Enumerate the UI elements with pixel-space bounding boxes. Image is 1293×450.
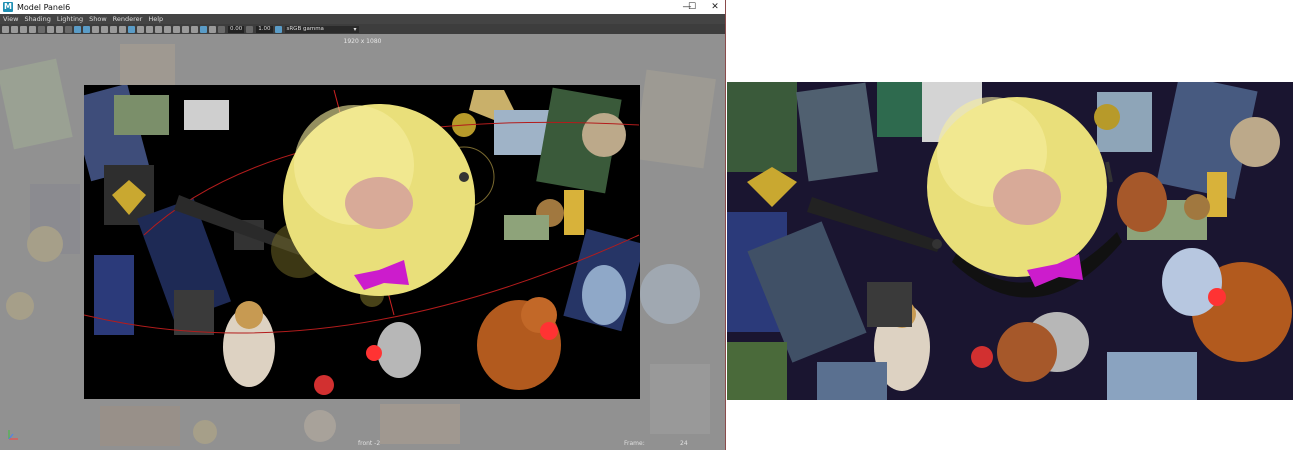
- figurine: [1230, 117, 1280, 167]
- safe-title-icon[interactable]: [92, 25, 99, 33]
- grid-icon[interactable]: [38, 25, 45, 33]
- isolate-select-icon[interactable]: [191, 25, 198, 33]
- card-fragment: [184, 100, 229, 130]
- axis-gizmo-icon: [8, 430, 18, 440]
- ty-tag: [540, 322, 558, 340]
- antenna-tip: [459, 172, 469, 182]
- sphere-spot: [345, 177, 413, 229]
- menu-view[interactable]: View: [0, 14, 21, 24]
- figurine: [494, 110, 549, 155]
- color-space-select[interactable]: sRGB gamma: [284, 25, 359, 33]
- menu-bar: View Shading Lighting Show Renderer Help: [0, 14, 725, 24]
- ty-tag: [1208, 288, 1226, 306]
- ribbon-medal: [1207, 172, 1227, 217]
- maya-icon: M: [3, 2, 13, 12]
- gold-coin: [1094, 104, 1120, 130]
- maya-model-panel-window: M Model Panel6 — ☐ ✕ View Shading Lighti…: [0, 0, 726, 450]
- maximize-button[interactable]: ☐: [680, 0, 704, 14]
- resolution-gate-view[interactable]: [84, 85, 640, 399]
- menu-lighting[interactable]: Lighting: [54, 14, 86, 24]
- teddy-bear: [1117, 172, 1167, 232]
- resolution-gate-label: 1920 x 1080: [343, 38, 382, 45]
- baseball-card: [877, 82, 922, 137]
- image-plane-icon[interactable]: [29, 25, 36, 33]
- lights-icon[interactable]: [137, 25, 144, 33]
- safe-action-icon[interactable]: [83, 25, 90, 33]
- frame-label: Frame:: [624, 440, 645, 447]
- baseball-card: [796, 82, 878, 182]
- ambient-occlusion-icon[interactable]: [155, 25, 162, 33]
- default-material-icon[interactable]: [119, 25, 126, 33]
- menu-show[interactable]: Show: [86, 14, 110, 24]
- shadows-icon[interactable]: [146, 25, 153, 33]
- exposure-field[interactable]: 0.00: [228, 25, 245, 33]
- ribbon-medal: [564, 190, 584, 235]
- baseball-card: [114, 95, 169, 135]
- textured-icon[interactable]: [128, 25, 135, 33]
- ty-tag: [366, 345, 382, 361]
- exposure-icon[interactable]: [218, 25, 225, 33]
- motion-blur-icon[interactable]: [164, 25, 171, 33]
- camera-name-label: front -2: [358, 440, 381, 447]
- card-fragment: [727, 342, 787, 400]
- baseball-card: [94, 255, 134, 335]
- plush-bunny: [1162, 248, 1222, 316]
- frame-value: 24: [680, 440, 688, 447]
- glove: [867, 282, 912, 327]
- title-bar: M Model Panel6 — ☐ ✕: [0, 0, 725, 14]
- viewport[interactable]: 1920 x 1080 front -2 Frame: 24: [0, 34, 725, 450]
- bookmark-icon[interactable]: [20, 25, 27, 33]
- figurine: [1107, 352, 1197, 400]
- figurine-head: [235, 301, 263, 329]
- field-chart-icon[interactable]: [74, 25, 81, 33]
- copper-coin: [1184, 194, 1210, 220]
- wireframe-icon[interactable]: [101, 25, 108, 33]
- antenna-tip: [932, 239, 942, 249]
- resolution-gate-icon[interactable]: [56, 25, 63, 33]
- baseball-card: [727, 82, 797, 172]
- menu-help[interactable]: Help: [145, 14, 166, 24]
- camera-icon[interactable]: [2, 25, 9, 33]
- film-gate-icon[interactable]: [47, 25, 54, 33]
- gamma-field[interactable]: 1.00: [256, 25, 273, 33]
- close-button[interactable]: ✕: [703, 0, 725, 14]
- glove: [174, 290, 214, 335]
- anti-aliasing-icon[interactable]: [173, 25, 180, 33]
- gamma-icon[interactable]: [246, 25, 254, 33]
- angel-figurine: [582, 265, 626, 325]
- ty-tag: [971, 346, 993, 368]
- smooth-shade-icon[interactable]: [110, 25, 117, 33]
- figurine: [582, 113, 626, 157]
- card-fragment: [817, 362, 887, 400]
- menu-shading[interactable]: Shading: [21, 14, 53, 24]
- ty-tag: [314, 375, 334, 395]
- depth-of-field-icon[interactable]: [182, 25, 189, 33]
- sphere-spot: [993, 169, 1061, 225]
- xray-joints-icon[interactable]: [209, 25, 216, 33]
- xray-icon[interactable]: [200, 25, 207, 33]
- window-title: Model Panel6: [17, 2, 71, 12]
- color-management-icon[interactable]: [274, 25, 282, 33]
- teddy-bear: [997, 322, 1057, 382]
- dollar-bill: [504, 215, 549, 240]
- render-preview: [727, 82, 1293, 400]
- panel-toolbar: 0.00 1.00 sRGB gamma: [0, 24, 725, 34]
- menu-renderer[interactable]: Renderer: [110, 14, 146, 24]
- camera-attributes-icon[interactable]: [11, 25, 18, 33]
- gate-mask-icon[interactable]: [65, 25, 72, 33]
- plush-bunny: [377, 322, 421, 378]
- rendered-image: [727, 82, 1293, 400]
